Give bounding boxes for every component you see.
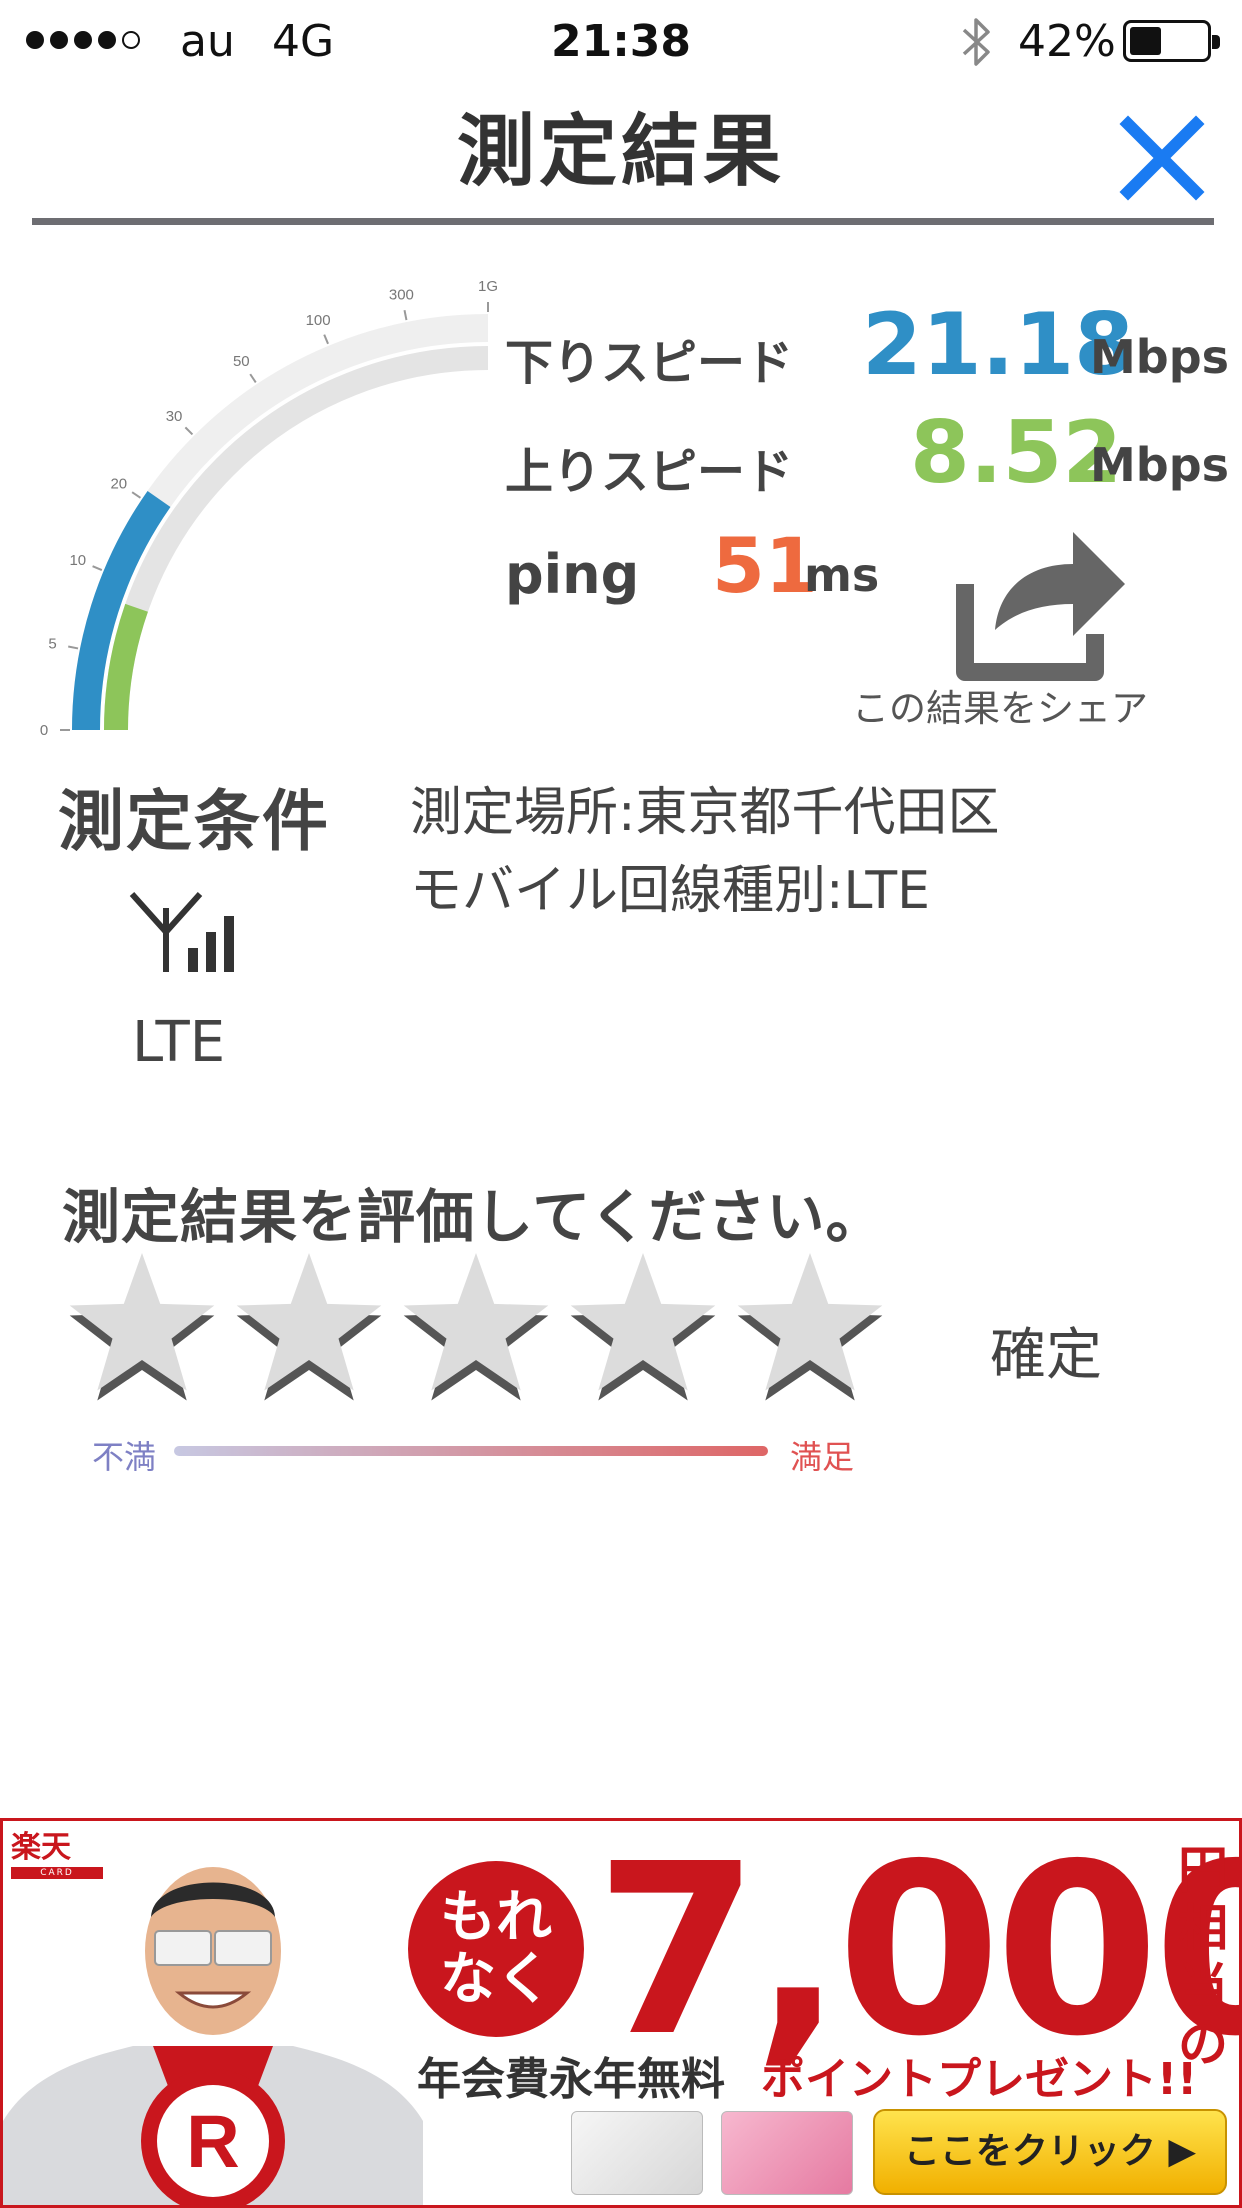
ping-value: 51 (712, 521, 818, 610)
bluetooth-icon (962, 18, 990, 66)
gauge-scale-label: 20 (110, 475, 127, 492)
gauge-scale-label: 300 (389, 287, 414, 304)
ad-mascot-image: R (3, 1867, 423, 2205)
battery-percent: 42% (1018, 16, 1116, 67)
ad-tagline-1: 年会費永年無料 (417, 2054, 725, 2105)
rating-star-1[interactable] (62, 1245, 222, 1405)
gauge-scale-label: 5 (48, 635, 56, 652)
gauge-scale-label: 100 (306, 312, 331, 329)
conditions-title: 測定条件 (58, 783, 330, 860)
gauge-tick (184, 426, 194, 436)
gauge-tick (131, 491, 142, 499)
ad-card-pink-image (721, 2111, 853, 2195)
gauge-tick (403, 310, 408, 321)
rating-star-4[interactable] (563, 1245, 723, 1405)
rating-scale-bar (174, 1446, 768, 1456)
rating-star-5[interactable] (730, 1245, 890, 1405)
ad-badge-line-2: なく (440, 1947, 552, 2012)
status-bar: au 4G 21:38 42% (0, 0, 1242, 84)
star-icon (236, 1253, 382, 1401)
download-label: 下りスピード (505, 335, 794, 391)
gauge-tick (323, 334, 329, 345)
star-icon (737, 1253, 883, 1401)
gauge-scale-label: 0 (40, 722, 48, 739)
gauge-scale-label: 10 (69, 552, 86, 569)
star-icon (570, 1253, 716, 1401)
share-icon (956, 532, 1125, 681)
gauge-tick (92, 565, 103, 571)
gauge-tick (68, 645, 79, 650)
gauge-upload-fill (103, 603, 148, 731)
page-title: 測定結果 (456, 107, 785, 197)
rating-star-3[interactable] (396, 1245, 556, 1405)
gauge-tick (249, 373, 257, 384)
ad-card-white-image (571, 2111, 703, 2195)
ad-tagline-2: ポイントプレゼント!! (761, 2054, 1198, 2105)
antenna-signal-icon (129, 891, 234, 972)
ad-cta-button[interactable]: ここをクリック ▶ (873, 2109, 1227, 2195)
gauge-scale-label: 50 (233, 353, 250, 370)
network-label: LTE (132, 1010, 226, 1075)
ping-label: ping (505, 543, 640, 606)
ad-badge: もれ なく (408, 1861, 584, 2037)
ad-banner[interactable]: 楽天 CARD R もれ なく 7,000 円相当の 年会費永年無料 ポイントプ… (0, 1818, 1242, 2208)
battery-icon (1123, 20, 1220, 62)
upload-label: 上りスピード (505, 444, 794, 500)
confirm-button[interactable]: 確定 (990, 1310, 1102, 1391)
header-divider (32, 218, 1214, 225)
star-icon (69, 1253, 215, 1401)
share-button[interactable]: この結果をシェア (830, 500, 1170, 730)
ad-amount-unit: 円相当の (1178, 1841, 1228, 2073)
star-icon (403, 1253, 549, 1401)
scale-high-label: 満足 (790, 1438, 855, 1476)
scale-low-label: 不満 (92, 1438, 157, 1476)
ad-badge-line-1: もれ (440, 1885, 552, 1950)
gauge-scale-label: 30 (166, 408, 183, 425)
share-label: この結果をシェア (852, 687, 1148, 730)
close-icon (1119, 115, 1205, 201)
rating-star-2[interactable] (229, 1245, 389, 1405)
upload-unit: Mbps (1090, 438, 1230, 492)
location-text: 測定場所:東京都千代田区 (410, 783, 1000, 843)
line-type-text: モバイル回線種別:LTE (410, 861, 930, 921)
svg-text:R: R (186, 2100, 239, 2183)
ad-amount: 7,000 (595, 1818, 1242, 2088)
close-button[interactable] (1116, 112, 1208, 204)
gauge-scale-label: 1G (478, 278, 498, 295)
download-unit: Mbps (1090, 330, 1230, 384)
speed-gauge: 0 5 10 20 30 50 100 300 1G (40, 278, 498, 739)
rating-prompt: 測定結果を評価してください。 (62, 1183, 885, 1251)
